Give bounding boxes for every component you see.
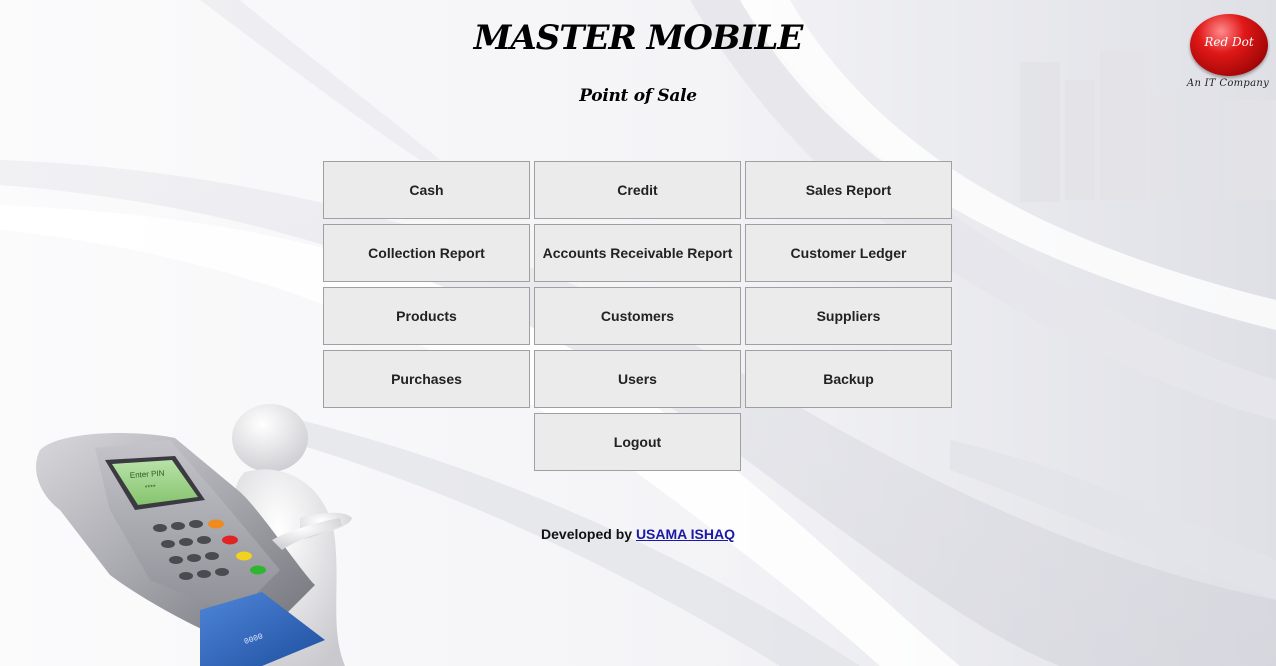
purchases-button[interactable]: Purchases [323,350,530,408]
terminal-screen-mask: **** [145,484,157,492]
suppliers-button[interactable]: Suppliers [745,287,952,345]
cash-button[interactable]: Cash [323,161,530,219]
footer-prefix: Developed by [541,526,633,542]
accounts-receivable-report-button[interactable]: Accounts Receivable Report [534,224,741,282]
logout-button[interactable]: Logout [534,413,741,471]
logo-tagline: An IT Company [1186,78,1270,89]
logo-badge: Red Dot [1190,14,1268,76]
main-menu: Cash Credit Sales Report Collection Repo… [323,161,952,471]
products-button[interactable]: Products [323,287,530,345]
customer-ledger-button[interactable]: Customer Ledger [745,224,952,282]
sales-report-button[interactable]: Sales Report [745,161,952,219]
collection-report-button[interactable]: Collection Report [323,224,530,282]
author-link[interactable]: USAMA ISHAQ [636,526,735,542]
backup-button[interactable]: Backup [745,350,952,408]
footer-credit: Developed by USAMA ISHAQ [0,526,1276,542]
users-button[interactable]: Users [534,350,741,408]
logo-brand-text: Red Dot [1204,35,1254,49]
company-logo: Red Dot An IT Company [1183,8,1273,92]
page-subtitle: Point of Sale [579,86,697,106]
credit-button[interactable]: Credit [534,161,741,219]
customers-button[interactable]: Customers [534,287,741,345]
page-title: MASTER MOBILE [473,18,804,58]
